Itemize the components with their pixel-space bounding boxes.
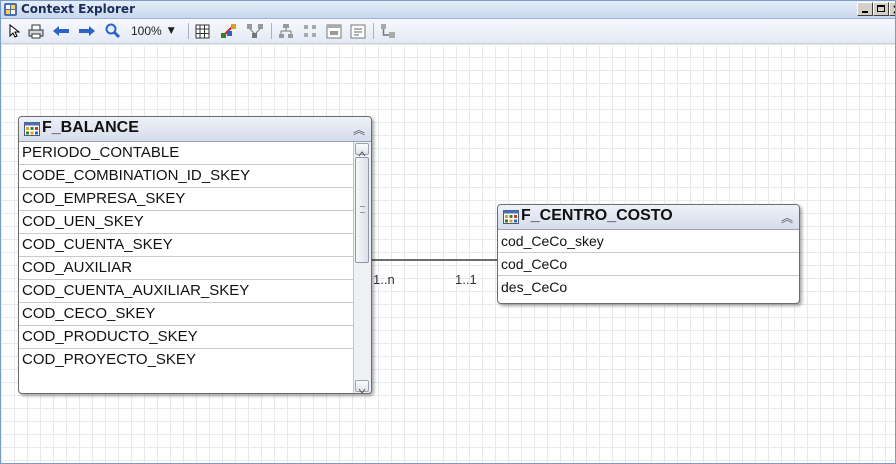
properties-icon	[350, 24, 366, 38]
scroll-up-button[interactable]	[355, 143, 369, 157]
window-icon	[326, 24, 342, 38]
field-row[interactable]: des_CeCo	[498, 276, 799, 299]
relationship-icon	[381, 24, 395, 38]
context-explorer-icon	[4, 3, 17, 16]
field-list: cod_CeCo_skey cod_CeCo des_CeCo	[498, 230, 799, 299]
field-row[interactable]: cod_CeCo	[498, 253, 799, 276]
tree-layout-button[interactable]	[277, 22, 295, 40]
chevron-down-icon: ▼	[167, 26, 175, 36]
close-icon	[893, 5, 895, 14]
title-bar[interactable]: Context Explorer	[1, 1, 895, 19]
scroll-thumb[interactable]	[355, 157, 369, 263]
zoom-icon	[105, 23, 121, 39]
zoom-level: 100%	[131, 24, 162, 38]
auto-layout-icon	[221, 24, 236, 38]
toolbar-separator	[188, 23, 189, 39]
table-icon	[503, 210, 519, 224]
field-row[interactable]: COD_AUXILIAR	[19, 257, 353, 280]
auto-layout-button[interactable]	[219, 22, 239, 40]
print-button[interactable]	[27, 22, 45, 40]
field-row[interactable]: COD_UEN_SKEY	[19, 211, 353, 234]
close-button[interactable]	[889, 2, 895, 16]
field-row[interactable]: COD_PRODUCTO_SKEY	[19, 326, 353, 349]
back-arrow-icon	[53, 26, 69, 36]
toolbar-separator	[373, 23, 374, 39]
field-row[interactable]: COD_EMPRESA_SKEY	[19, 188, 353, 211]
pointer-tool-button[interactable]	[6, 22, 22, 40]
entity-header[interactable]: F_BALANCE ︽	[19, 117, 371, 142]
field-list: PERIODO_CONTABLE CODE_COMBINATION_ID_SKE…	[19, 142, 353, 372]
print-icon	[28, 24, 44, 38]
back-button[interactable]	[51, 22, 71, 40]
field-row[interactable]: COD_PROYECTO_SKEY	[19, 349, 353, 372]
context-explorer-window: Context Explorer 100% ▼ 1..n 1..1 F_BALA…	[0, 0, 896, 464]
maximize-button[interactable]	[873, 2, 889, 16]
toolbar-separator	[271, 23, 272, 39]
collapse-icon[interactable]: ︽	[353, 121, 365, 138]
properties-button[interactable]	[349, 22, 367, 40]
field-row[interactable]: COD_CUENTA_AUXILIAR_SKEY	[19, 280, 353, 303]
entity-header[interactable]: F_CENTRO_COSTO ︽	[498, 205, 799, 230]
field-row[interactable]: CODE_COMBINATION_ID_SKEY	[19, 165, 353, 188]
zoom-dropdown[interactable]: 100% ▼	[127, 22, 185, 40]
radial-layout-button[interactable]	[301, 22, 319, 40]
window-title: Context Explorer	[21, 2, 135, 16]
vertical-scrollbar[interactable]	[353, 142, 371, 393]
hierarchical-layout-icon	[247, 24, 263, 38]
field-row[interactable]: COD_CUENTA_SKEY	[19, 234, 353, 257]
minimize-icon	[862, 11, 868, 13]
field-row[interactable]: cod_CeCo_skey	[498, 230, 799, 253]
zoom-button[interactable]	[104, 22, 122, 40]
window-button[interactable]	[325, 22, 343, 40]
diagram-canvas[interactable]: 1..n 1..1 F_BALANCE ︽ PERIODO_CONTABLE C…	[1, 44, 895, 463]
hierarchical-layout-button[interactable]	[245, 22, 265, 40]
radial-layout-icon	[304, 25, 316, 37]
maximize-icon	[877, 5, 885, 12]
grid-button[interactable]	[193, 22, 211, 40]
field-row[interactable]: COD_CECO_SKEY	[19, 303, 353, 326]
grip-icon	[360, 206, 365, 213]
scroll-down-button[interactable]	[355, 380, 369, 393]
relationship-line[interactable]	[370, 259, 497, 261]
forward-button[interactable]	[77, 22, 97, 40]
entity-title: F_BALANCE	[42, 119, 139, 136]
tree-layout-icon	[279, 24, 293, 38]
chevron-down-icon	[358, 388, 366, 393]
entity-f-centro-costo[interactable]: F_CENTRO_COSTO ︽ cod_CeCo_skey cod_CeCo …	[497, 204, 800, 304]
relationship-button[interactable]	[379, 22, 397, 40]
field-row[interactable]: PERIODO_CONTABLE	[19, 142, 353, 165]
entity-f-balance[interactable]: F_BALANCE ︽ PERIODO_CONTABLE CODE_COMBIN…	[18, 116, 372, 394]
right-cardinality-label: 1..1	[455, 272, 477, 287]
entity-title: F_CENTRO_COSTO	[521, 207, 673, 224]
pointer-icon	[9, 24, 20, 38]
toolbar: 100% ▼	[1, 19, 895, 44]
minimize-button[interactable]	[857, 2, 873, 16]
table-icon	[24, 122, 40, 136]
left-cardinality-label: 1..n	[373, 272, 395, 287]
grid-icon	[195, 24, 209, 38]
forward-arrow-icon	[79, 26, 95, 36]
collapse-icon[interactable]: ︽	[781, 209, 793, 226]
